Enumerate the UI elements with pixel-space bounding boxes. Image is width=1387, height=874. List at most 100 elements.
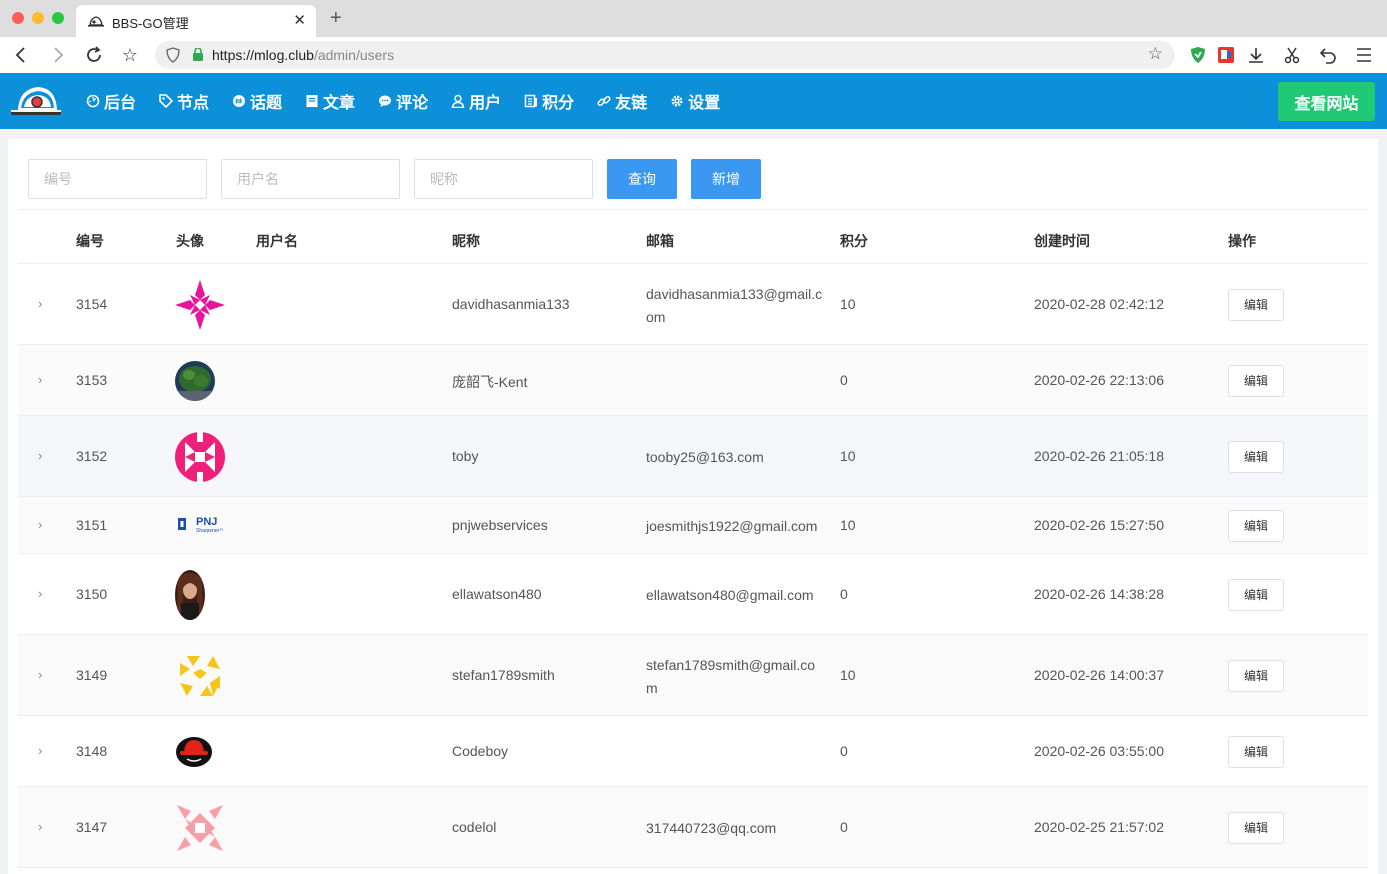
user-id: 3154 bbox=[76, 295, 108, 312]
nickname-filter-input[interactable] bbox=[414, 159, 593, 199]
col-score-header: 积分 bbox=[840, 233, 868, 249]
table-row[interactable]: › 3152 toby tooby25@163.com 10 2020-02-26 21:… bbox=[18, 416, 1368, 497]
download-icon[interactable] bbox=[1244, 43, 1268, 67]
add-user-button[interactable]: 新增 bbox=[691, 159, 761, 199]
user-email: davidhasanmia133@gmail.com bbox=[646, 285, 823, 325]
nav-item-label: 话题 bbox=[250, 95, 283, 112]
address-bar[interactable]: https://mlog.club/admin/users ☆ bbox=[155, 41, 1175, 69]
table-row[interactable]: › 3147 codelol 317440723@qq.com 0 2020-02-25 … bbox=[18, 787, 1368, 868]
user-id: 3149 bbox=[76, 666, 108, 683]
chevron-right-icon[interactable]: › bbox=[38, 819, 42, 834]
user-created-time: 2020-02-26 15:27:50 bbox=[1034, 516, 1164, 533]
edit-user-button[interactable]: 编辑 bbox=[1228, 659, 1284, 692]
main-nav: 后台 节点 话题 文章 评论 用户 积分 友链 设置 bbox=[86, 73, 743, 129]
avatar-pnj-logo: PNJ Sharpener™ bbox=[175, 514, 224, 534]
edit-user-button[interactable]: 编辑 bbox=[1228, 288, 1284, 321]
chevron-right-icon[interactable]: › bbox=[38, 448, 42, 463]
id-filter-input[interactable] bbox=[28, 159, 207, 199]
col-avatar-header: 头像 bbox=[176, 233, 204, 249]
chevron-right-icon[interactable]: › bbox=[38, 372, 42, 387]
forward-icon[interactable] bbox=[46, 43, 70, 67]
edit-user-button[interactable]: 编辑 bbox=[1228, 509, 1284, 542]
edit-user-button[interactable]: 编辑 bbox=[1228, 364, 1284, 397]
user-score: 10 bbox=[840, 295, 856, 312]
table-row[interactable]: › 3151 PNJ Sharpener™ pnjwebservices joesmith… bbox=[18, 497, 1368, 554]
dashboard-icon bbox=[86, 94, 100, 108]
chevron-right-icon[interactable]: › bbox=[38, 586, 42, 601]
user-created-time: 2020-02-26 22:13:06 bbox=[1034, 371, 1164, 388]
adblock-extension-icon[interactable] bbox=[1186, 43, 1210, 67]
maximize-window-button[interactable] bbox=[52, 12, 64, 24]
site-logo[interactable] bbox=[10, 83, 62, 117]
table-row[interactable]: › 3149 stefan1789smith stefan1789smith@gmai… bbox=[18, 635, 1368, 716]
browser-tab-bar: BBS-GO管理 ✕ + bbox=[0, 0, 1387, 37]
nav-item-label: 用户 bbox=[469, 95, 502, 112]
user-created-time: 2020-02-26 03:55:00 bbox=[1034, 742, 1164, 759]
username-filter-input[interactable] bbox=[221, 159, 400, 199]
user-created-time: 2020-02-28 02:42:12 bbox=[1034, 295, 1164, 312]
chevron-right-icon[interactable]: › bbox=[38, 517, 42, 532]
undo-icon[interactable] bbox=[1316, 43, 1340, 67]
col-nickname-header: 昵称 bbox=[452, 233, 480, 249]
nav-item-label: 文章 bbox=[323, 95, 356, 112]
nav-item-5[interactable]: 用户 bbox=[451, 89, 501, 113]
avatar-identicon-pink bbox=[175, 431, 225, 482]
bookmark-star-icon[interactable]: ☆ bbox=[118, 43, 142, 67]
tag-icon bbox=[159, 94, 174, 108]
chevron-right-icon[interactable]: › bbox=[38, 296, 42, 311]
table-row[interactable]: › 3153 庞韶飞-Kent 0 2020-02-26 22:13:06 编辑 bbox=[18, 345, 1368, 416]
nav-item-4[interactable]: 评论 bbox=[378, 89, 428, 113]
table-header: 编号 头像 用户名 昵称 邮箱 积分 创建时间 操作 bbox=[18, 209, 1368, 264]
tab-title: BBS-GO管理 bbox=[112, 16, 189, 31]
nav-item-label: 设置 bbox=[688, 95, 721, 112]
reload-icon[interactable] bbox=[82, 43, 106, 67]
user-created-time: 2020-02-26 14:00:37 bbox=[1034, 666, 1164, 683]
user-nickname: 庞韶飞-Kent bbox=[452, 373, 528, 390]
nav-item-label: 友链 bbox=[615, 95, 648, 112]
page-star-icon[interactable]: ☆ bbox=[1148, 44, 1163, 64]
view-site-button[interactable]: 查看网站 bbox=[1278, 82, 1375, 121]
user-id: 3152 bbox=[76, 447, 108, 464]
table-row[interactable]: › 3148 Codeboy 0 2020-02-26 03:55:00 编辑 bbox=[18, 716, 1368, 787]
col-username-header: 用户名 bbox=[256, 233, 298, 249]
chevron-right-icon[interactable]: › bbox=[38, 667, 42, 682]
pdf-extension-icon[interactable] bbox=[1214, 43, 1238, 67]
user-score: 10 bbox=[840, 447, 856, 464]
menu-icon[interactable] bbox=[1352, 43, 1376, 67]
chevron-right-icon[interactable]: › bbox=[38, 743, 42, 758]
table-row[interactable]: › 3150 ellawatson480 ellawatson480@gmail.co… bbox=[18, 554, 1368, 635]
nav-item-8[interactable]: 设置 bbox=[670, 89, 720, 113]
user-score: 0 bbox=[840, 742, 848, 759]
user-email: joesmithjs1922@gmail.com bbox=[646, 517, 818, 534]
user-icon bbox=[451, 94, 465, 108]
user-email: 317440723@qq.com bbox=[646, 819, 777, 836]
close-window-button[interactable] bbox=[12, 12, 24, 24]
comment-icon bbox=[378, 94, 392, 108]
browser-tab[interactable]: BBS-GO管理 ✕ bbox=[76, 5, 316, 37]
edit-user-button[interactable]: 编辑 bbox=[1228, 735, 1284, 768]
minimize-window-button[interactable] bbox=[32, 12, 44, 24]
nav-item-2[interactable]: 话题 bbox=[232, 89, 282, 113]
edit-user-button[interactable]: 编辑 bbox=[1228, 440, 1284, 473]
user-nickname: pnjwebservices bbox=[452, 516, 548, 533]
avatar-redhat-logo bbox=[175, 735, 213, 769]
query-button[interactable]: 查询 bbox=[607, 159, 677, 199]
scissors-icon[interactable] bbox=[1280, 43, 1304, 67]
edit-user-button[interactable]: 编辑 bbox=[1228, 578, 1284, 611]
back-icon[interactable] bbox=[9, 43, 33, 67]
close-tab-icon[interactable]: ✕ bbox=[293, 11, 306, 29]
user-nickname: ellawatson480 bbox=[452, 585, 542, 602]
edit-user-button[interactable]: 编辑 bbox=[1228, 811, 1284, 844]
article-icon bbox=[305, 94, 319, 108]
nav-item-label: 节点 bbox=[177, 95, 210, 112]
nav-item-3[interactable]: 文章 bbox=[305, 89, 355, 113]
user-score: 10 bbox=[840, 666, 856, 683]
col-id-header[interactable]: 编号 bbox=[76, 231, 104, 251]
col-actions-header: 操作 bbox=[1228, 233, 1256, 249]
nav-item-6[interactable]: 积分 bbox=[524, 89, 574, 113]
table-row[interactable]: › 3154 davidhasanmia133 davidhasanmia133@gm… bbox=[18, 264, 1368, 345]
nav-item-1[interactable]: 节点 bbox=[159, 89, 209, 113]
nav-item-7[interactable]: 友链 bbox=[597, 89, 647, 113]
new-tab-icon[interactable]: + bbox=[330, 8, 342, 28]
nav-item-0[interactable]: 后台 bbox=[86, 89, 136, 113]
